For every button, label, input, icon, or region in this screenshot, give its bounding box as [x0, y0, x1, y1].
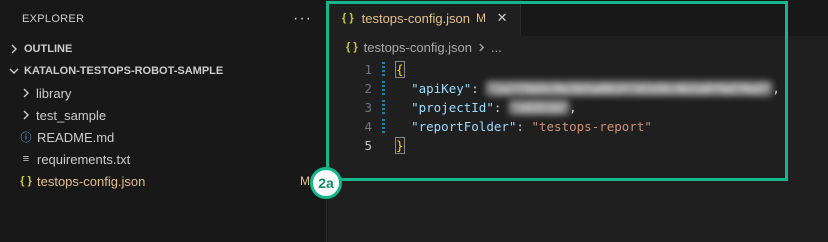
redacted-project-id: "103516"	[508, 100, 570, 115]
gutter-modified-marker	[382, 81, 385, 95]
outline-label: OUTLINE	[24, 43, 73, 55]
redacted-api-key: "1a7f9d4c8e2b5a063f7d1e9c4b2a8f6d70a5"	[486, 81, 773, 96]
close-icon[interactable]: ✕	[494, 10, 510, 26]
line-content: {	[395, 61, 405, 78]
line-number: 3	[364, 100, 372, 115]
breadcrumb: { } testops-config.json ...	[328, 36, 828, 58]
json-icon: { }	[342, 12, 354, 24]
info-icon: ⓘ	[20, 132, 32, 144]
project-label: KATALON-TESTOPS-ROBOT-SAMPLE	[24, 65, 224, 77]
lines-icon: ≡	[22, 153, 30, 165]
code-line: 2 "apiKey": "1a7f9d4c8e2b5a063f7d1e9c4b2…	[328, 79, 828, 98]
json-comma: ,	[569, 100, 577, 115]
json-icon: { }	[346, 41, 358, 53]
code-line: 1 {	[328, 60, 828, 79]
explorer-title: EXPLORER	[22, 13, 85, 25]
tree-item-label: requirements.txt	[37, 151, 131, 167]
chevron-right-icon	[6, 44, 22, 54]
tree-item-label: library	[36, 85, 72, 101]
json-key: "projectId"	[411, 100, 494, 115]
explorer-sidebar: EXPLORER ··· OUTLINE KATALON-TESTOPS-ROB…	[0, 0, 327, 242]
gutter-modified-marker	[382, 119, 385, 133]
modified-badge: M	[476, 11, 487, 25]
line-number: 2	[364, 81, 372, 96]
json-colon: :	[471, 81, 487, 96]
outline-section[interactable]: OUTLINE	[0, 38, 326, 60]
tree-item-label: test_sample	[36, 107, 107, 123]
tree-folder-test-sample[interactable]: test_sample	[0, 104, 326, 126]
tree-file-testops-config[interactable]: { } testops-config.json M	[0, 170, 326, 192]
editor-pane: { } testops-config.json M ✕ { } testops-…	[328, 0, 828, 242]
gutter-modified-marker	[382, 62, 385, 76]
tree-folder-library[interactable]: library	[0, 82, 326, 104]
code-editor[interactable]: 1 { 2 "apiKey": "1a7f9d4c8e2b5a063f7d1e9…	[328, 58, 828, 155]
tab-testops-config[interactable]: { } testops-config.json M ✕	[328, 0, 522, 36]
code-line: 5 }	[328, 136, 828, 155]
chevron-right-icon	[18, 110, 34, 120]
line-number: 4	[364, 119, 372, 134]
code-line: 3 "projectId": "103516",	[328, 98, 828, 117]
tab-bar: { } testops-config.json M ✕	[328, 0, 828, 36]
open-brace: {	[395, 61, 405, 78]
tree-file-requirements[interactable]: ≡ requirements.txt	[0, 148, 326, 170]
tab-label: testops-config.json	[361, 10, 471, 26]
line-content: "apiKey": "1a7f9d4c8e2b5a063f7d1e9c4b2a8…	[396, 81, 780, 96]
code-line: 4 "reportFolder": "testops-report"	[328, 117, 828, 136]
step-badge: 2a	[310, 167, 342, 199]
line-content: "reportFolder": "testops-report"	[396, 119, 652, 134]
json-value: "testops-report"	[531, 119, 652, 134]
chevron-down-icon	[6, 66, 22, 76]
tree-file-readme[interactable]: ⓘ README.md	[0, 126, 326, 148]
json-key: "reportFolder"	[411, 119, 517, 134]
json-icon: { }	[20, 175, 32, 187]
line-number: 1	[364, 62, 372, 77]
chevron-right-icon	[18, 88, 34, 98]
json-key: "apiKey"	[411, 81, 472, 96]
line-content: "projectId": "103516",	[396, 100, 577, 115]
tree-item-label: testops-config.json	[37, 173, 146, 189]
close-brace: }	[395, 137, 405, 154]
line-number: 5	[364, 138, 372, 153]
modified-badge: M	[300, 174, 310, 188]
json-colon: :	[493, 100, 509, 115]
project-section[interactable]: KATALON-TESTOPS-ROBOT-SAMPLE	[0, 60, 326, 82]
gutter-modified-marker	[382, 100, 385, 114]
explorer-header: EXPLORER ···	[0, 0, 326, 38]
chevron-right-icon	[477, 42, 486, 52]
json-colon: :	[516, 119, 532, 134]
line-content: }	[395, 137, 405, 154]
breadcrumb-file[interactable]: testops-config.json	[364, 40, 472, 55]
breadcrumb-ellipsis[interactable]: ...	[491, 40, 502, 55]
json-comma: ,	[772, 81, 780, 96]
tree-item-label: README.md	[37, 129, 115, 145]
more-actions-icon[interactable]: ···	[293, 11, 312, 27]
